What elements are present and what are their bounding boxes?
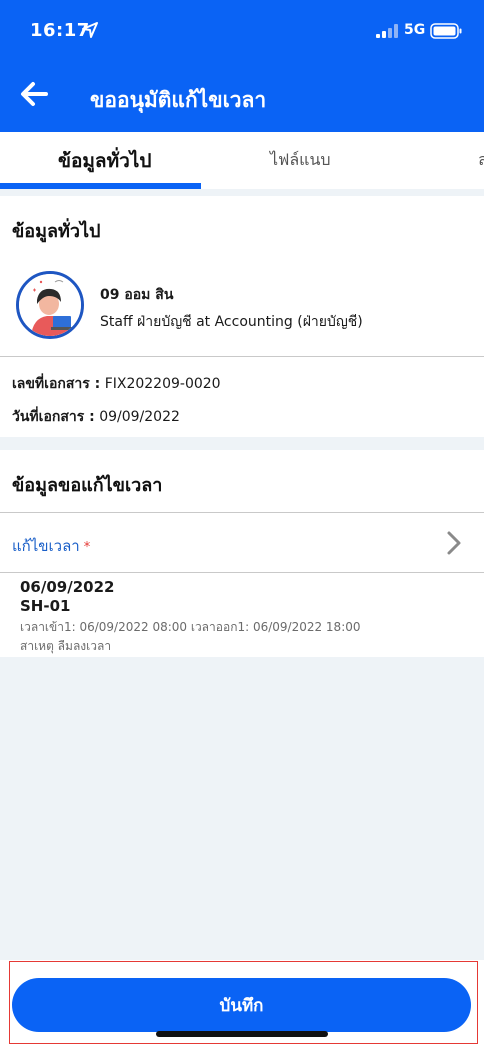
time-correction-card: ข้อมูลขอแก้ไขเวลา แก้ไขเวลา * 06/09/2022 … (0, 450, 484, 657)
entry-shift: SH-01 (20, 597, 71, 615)
avatar (16, 271, 84, 339)
document-number-value: FIX202209-0020 (104, 376, 221, 392)
entry-reason: สาเหตุ ลืมลงเวลา (20, 639, 112, 653)
correction-section-title: ข้อมูลขอแก้ไขเวลา (12, 475, 163, 496)
employee-role: Staff ฝ่ายบัญชี at Accounting (ฝ่ายบัญชี… (100, 314, 363, 330)
employee-illustration-icon (19, 274, 81, 336)
document-number-label: เลขที่เอกสาร : (12, 376, 101, 392)
network-label: 5G (404, 22, 426, 38)
chevron-right-icon[interactable] (444, 530, 464, 556)
tab-bar: ข้อมูลทั่วไป ไฟล์แนบ ล (0, 132, 484, 189)
document-date-label: วันที่เอกสาร : (12, 409, 95, 425)
home-indicator (156, 1031, 328, 1037)
active-tab-indicator (0, 183, 201, 189)
divider (0, 572, 484, 573)
back-arrow-icon[interactable] (18, 78, 50, 110)
document-date-value: 09/09/2022 (99, 409, 180, 425)
status-bar: 16:17 5G (0, 0, 484, 62)
page-title: ขออนุมัติแก้ไขเวลา (90, 88, 267, 112)
document-number-row: เลขที่เอกสาร : FIX202209-0020 (12, 373, 221, 395)
general-section-title: ข้อมูลทั่วไป (12, 221, 101, 242)
tab-attachments[interactable]: ไฟล์แนบ (270, 148, 331, 173)
save-button[interactable]: บันทึก (12, 978, 471, 1032)
status-time: 16:17 (30, 20, 90, 41)
signal-icon (376, 24, 398, 38)
document-date-row: วันที่เอกสาร : 09/09/2022 (12, 406, 180, 428)
general-info-card: ข้อมูลทั่วไป 09 ออม สิน Staff ฝ่ายบัญชี … (0, 196, 484, 437)
tab-general[interactable]: ข้อมูลทั่วไป (58, 146, 151, 176)
app-header: 16:17 5G ขออนุมัติแก้ไขเวลา (0, 0, 484, 132)
required-mark: * (83, 540, 91, 555)
tab-third[interactable]: ล (478, 148, 484, 173)
entry-times: เวลาเข้า1: 06/09/2022 08:00 เวลาออก1: 06… (20, 620, 361, 634)
entry-date: 06/09/2022 (20, 578, 115, 596)
location-arrow-icon (82, 22, 98, 38)
edit-time-label: แก้ไขเวลา * (12, 534, 90, 558)
edit-time-field[interactable]: แก้ไขเวลา * (0, 512, 484, 572)
battery-icon (430, 23, 462, 39)
employee-name: 09 ออม สิน (100, 287, 174, 303)
edit-time-label-text: แก้ไขเวลา (12, 537, 80, 555)
divider (0, 356, 484, 357)
